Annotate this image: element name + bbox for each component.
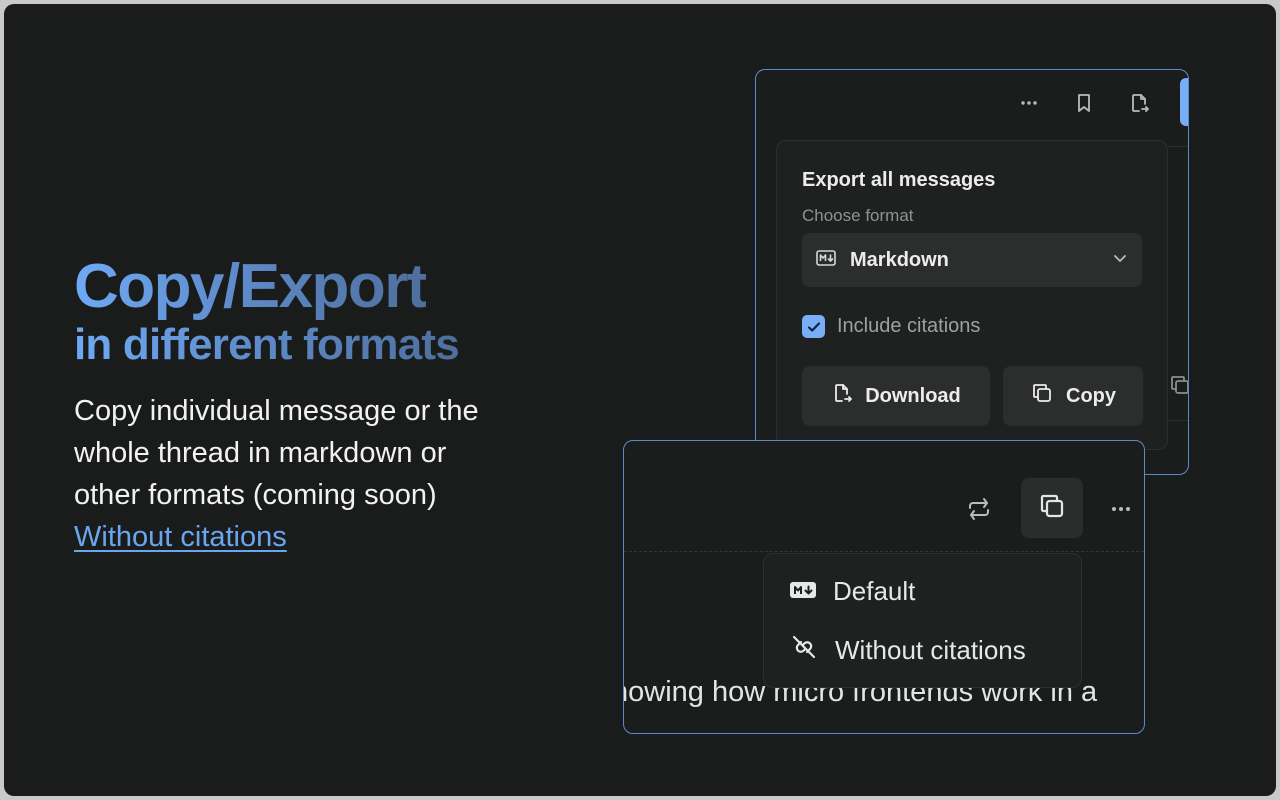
copy-icon xyxy=(1037,491,1067,526)
export-file-icon[interactable] xyxy=(1125,89,1153,117)
format-label: Choose format xyxy=(802,206,914,225)
format-select-value: Markdown xyxy=(850,248,949,271)
export-panel: Export all messages Choose format Markdo… xyxy=(755,69,1189,475)
hero-title: Copy/Export xyxy=(74,252,428,321)
include-citations-label: Include citations xyxy=(837,315,981,337)
more-icon[interactable] xyxy=(1015,89,1043,117)
copy-button-active[interactable] xyxy=(1021,478,1083,538)
hero-description-line: whole thread in markdown or xyxy=(74,437,447,469)
hero-description: Copy individual message or the whole thr… xyxy=(74,390,594,558)
copy-icon[interactable] xyxy=(1168,373,1188,402)
include-citations-checkbox[interactable]: Include citations xyxy=(802,315,980,338)
markdown-icon xyxy=(816,249,836,271)
menu-item-label: Without citations xyxy=(835,634,1026,665)
accent-tab xyxy=(1180,78,1188,126)
divider xyxy=(1168,146,1188,147)
menu-item-default[interactable]: Default xyxy=(764,563,1081,619)
format-select[interactable]: Markdown xyxy=(802,233,1142,287)
copy-panel: howing how micro frontends work in a Def… xyxy=(623,440,1145,734)
link-off-icon xyxy=(789,632,819,669)
regenerate-icon[interactable] xyxy=(963,493,995,525)
copy-button-label: Copy xyxy=(1066,384,1116,407)
download-file-icon xyxy=(831,382,853,410)
bookmark-icon[interactable] xyxy=(1070,89,1098,117)
markdown-icon xyxy=(789,576,817,607)
export-dialog: Export all messages Choose format Markdo… xyxy=(776,140,1168,450)
menu-item-label: Default xyxy=(833,575,916,606)
copy-format-menu: Default Without citations xyxy=(763,553,1082,688)
dashed-divider xyxy=(624,551,1144,552)
export-dialog-title: Export all messages xyxy=(802,169,996,191)
divider xyxy=(1168,420,1188,421)
hero-description-line: Copy individual message or the xyxy=(74,395,479,427)
without-citations-link[interactable]: Without citations xyxy=(74,516,287,558)
download-button-label: Download xyxy=(865,384,961,407)
hero-subtitle: in different formats xyxy=(74,318,460,372)
copy-button[interactable]: Copy xyxy=(1003,366,1143,426)
download-button[interactable]: Download xyxy=(802,366,990,426)
chevron-down-icon xyxy=(1112,250,1128,271)
copy-icon xyxy=(1030,381,1054,411)
app-frame: Copy/Export in different formats Copy in… xyxy=(4,4,1276,796)
checkbox-checked-icon[interactable] xyxy=(802,315,825,338)
hero-section: Copy/Export in different formats Copy in… xyxy=(74,252,594,558)
more-icon[interactable] xyxy=(1105,493,1137,525)
hero-description-line: other formats (coming soon) xyxy=(74,479,437,511)
menu-item-without-citations[interactable]: Without citations xyxy=(764,622,1081,678)
